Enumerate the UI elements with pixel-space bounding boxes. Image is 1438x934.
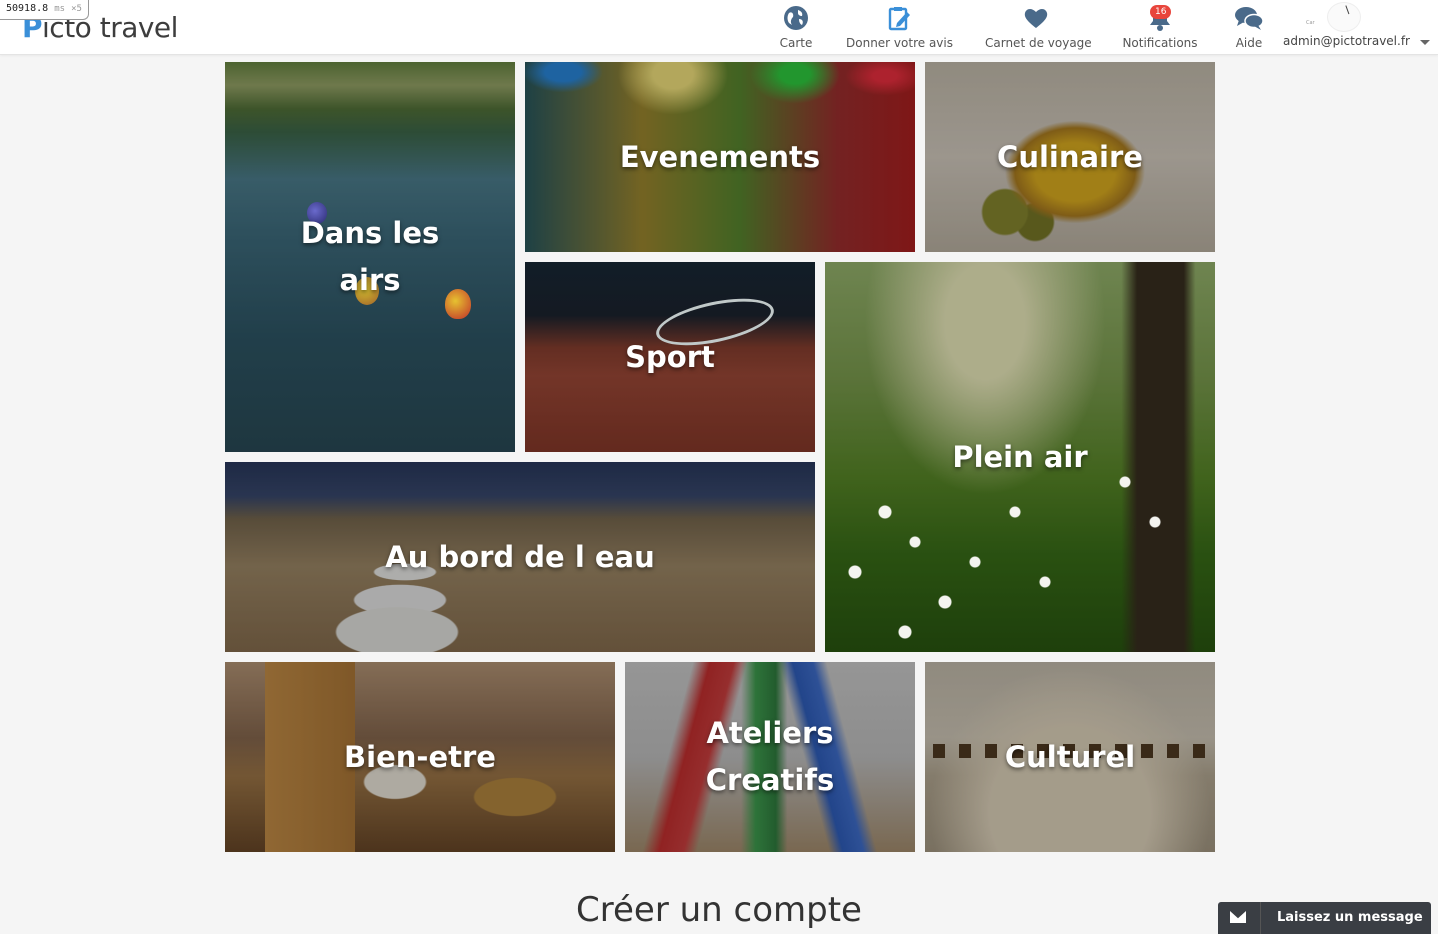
tile-label: Bien-etre <box>344 739 496 774</box>
nav-carte-label: Carte <box>779 36 813 50</box>
category-tile-bien-etre[interactable]: Bien-etre <box>225 662 615 852</box>
nav-carnet[interactable]: Carnet de voyage <box>985 4 1092 50</box>
nav-aide[interactable]: Aide <box>1231 4 1267 50</box>
perf-value: 50918.8 <box>6 3 49 14</box>
category-tile-evenements[interactable]: Evenements <box>525 62 915 252</box>
nav-notifications-label: Notifications <box>1122 36 1198 50</box>
category-tile-culturel[interactable]: Culturel <box>925 662 1215 852</box>
tile-label: Au bord de l eau <box>385 539 655 574</box>
leave-message-label: Laissez un message <box>1277 910 1423 925</box>
nav-carte[interactable]: Carte <box>776 4 816 50</box>
nav-donner-avis[interactable]: Donner votre avis <box>846 4 953 50</box>
nav-carnet-label: Carnet de voyage <box>985 36 1092 50</box>
tile-label: Evenements <box>619 139 821 174</box>
envelope-icon <box>1230 911 1246 923</box>
tile-label: Ateliers Creatifs <box>705 716 835 797</box>
top-navbar: Picto travel Carte Donner votre avis Car… <box>0 0 1438 55</box>
nav-notifications[interactable]: 16 Notifications <box>1120 4 1200 50</box>
category-tile-plein-air[interactable]: Plein air <box>825 262 1215 652</box>
perf-unit: ms <box>54 4 66 14</box>
tile-label: Plein air <box>952 439 1088 474</box>
nav-aide-label: Aide <box>1235 36 1263 50</box>
tile-label: Culinaire <box>997 139 1143 174</box>
nav-donner-avis-label: Donner votre avis <box>846 36 953 50</box>
chat-bubbles-icon <box>1235 7 1264 30</box>
category-tile-culinaire[interactable]: Culinaire <box>925 62 1215 252</box>
tile-label: Sport <box>625 339 715 374</box>
leave-message-widget[interactable]: Laissez un message <box>1218 902 1431 934</box>
notifications-badge: 16 <box>1150 5 1172 19</box>
category-tile-au-bord-de-l-eau[interactable]: Au bord de l eau <box>225 462 815 652</box>
chevron-down-icon[interactable] <box>1420 40 1430 45</box>
divider <box>1260 902 1261 934</box>
category-tile-sport[interactable]: Sport <box>525 262 815 452</box>
user-email: admin@pictotravel.fr <box>1283 34 1410 48</box>
edit-icon <box>888 7 910 31</box>
perf-counter: 50918.8 ms ×5 <box>0 0 89 20</box>
avatar <box>1327 2 1361 32</box>
heart-icon <box>1024 9 1048 29</box>
user-menu[interactable]: Car admin@pictotravel.fr <box>1283 2 1433 52</box>
tile-label: Dans les airs <box>300 216 440 297</box>
globe-icon <box>784 6 808 30</box>
category-tile-dans-les-airs[interactable]: Dans les airs <box>225 62 515 452</box>
avatar-text: Car <box>1306 20 1315 26</box>
category-tile-ateliers-creatifs[interactable]: Ateliers Creatifs <box>625 662 915 852</box>
perf-mult: ×5 <box>71 4 82 14</box>
tile-label: Culturel <box>1004 739 1136 774</box>
